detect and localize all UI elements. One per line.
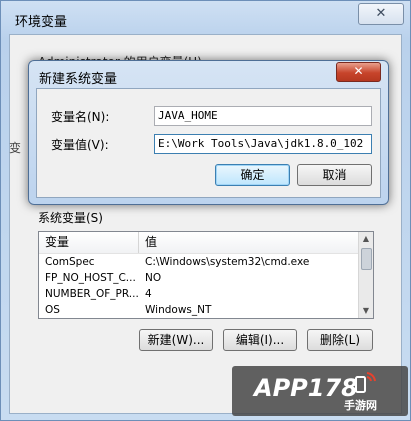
delete-variable-button[interactable]: 删除(L) xyxy=(307,329,373,351)
phone-signal-icon xyxy=(355,372,376,393)
list-scrollbar[interactable]: ▲ ▼ xyxy=(358,232,373,318)
row-variable-name: OS xyxy=(45,304,60,316)
row-variable-value: 4 xyxy=(145,288,152,300)
watermark-subtitle: 手游网 xyxy=(344,399,377,412)
column-header-value[interactable]: 值 xyxy=(139,232,373,253)
row-variable-value: C:\Windows\system32\cmd.exe xyxy=(145,256,310,268)
table-row[interactable]: NUMBER_OF_PR... 4 xyxy=(39,286,373,302)
scrollbar-thumb[interactable] xyxy=(361,248,372,270)
new-system-variable-dialog: 新建系统变量 ✕ 变量名(N): JAVA_HOME 变量值(V): E:\Wo… xyxy=(28,60,389,205)
system-variables-label: 系统变量(S) xyxy=(38,211,103,225)
row-variable-name: FP_NO_HOST_C... xyxy=(45,272,136,284)
row-variable-value: Windows_NT xyxy=(145,304,212,316)
row-variable-name: ComSpec xyxy=(45,256,95,268)
ok-button[interactable]: 确定 xyxy=(215,164,290,186)
variable-name-input[interactable]: JAVA_HOME xyxy=(154,106,372,126)
row-variable-name: NUMBER_OF_PR... xyxy=(45,288,139,300)
dialog-title: 新建系统变量 xyxy=(39,72,118,87)
variable-value-input[interactable]: E:\Work Tools\Java\jdk1.8.0_102 xyxy=(154,134,372,154)
row-variable-value: NO xyxy=(145,272,162,284)
edit-variable-button[interactable]: 编辑(I)... xyxy=(223,329,297,351)
table-row[interactable]: OS Windows_NT xyxy=(39,302,373,318)
variable-name-label: 变量名(N): xyxy=(51,110,110,124)
variable-value-label: 变量值(V): xyxy=(51,138,109,152)
list-header: 变量 值 xyxy=(39,232,373,254)
cancel-button[interactable]: 取消 xyxy=(297,164,372,186)
left-edge-text: 变 xyxy=(9,141,22,155)
watermark-brand: APP178 xyxy=(254,374,358,402)
column-header-variable[interactable]: 变量 xyxy=(39,232,139,253)
table-row[interactable]: FP_NO_HOST_C... NO xyxy=(39,270,373,286)
table-row[interactable]: ComSpec C:\Windows\system32\cmd.exe xyxy=(39,254,373,270)
dialog-client: 变量名(N): JAVA_HOME 变量值(V): E:\Work Tools\… xyxy=(36,88,381,198)
new-variable-button[interactable]: 新建(W)... xyxy=(139,329,213,351)
dialog-close-button[interactable]: ✕ xyxy=(336,62,381,82)
scroll-up-icon[interactable]: ▲ xyxy=(359,232,373,246)
env-window-title: 环境变量 xyxy=(15,15,68,30)
env-close-button[interactable]: ✕ xyxy=(358,3,404,25)
scroll-down-icon[interactable]: ▼ xyxy=(359,304,373,318)
system-variables-list[interactable]: 变量 值 ComSpec C:\Windows\system32\cmd.exe… xyxy=(38,231,374,319)
site-watermark: APP178 手游网 xyxy=(232,366,408,416)
